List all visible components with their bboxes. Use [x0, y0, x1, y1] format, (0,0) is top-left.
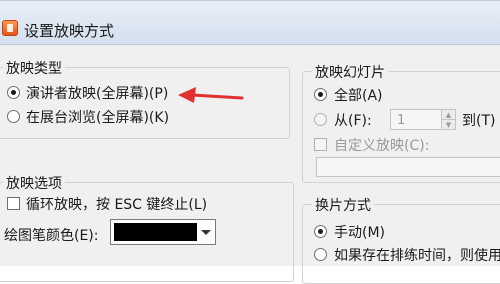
- manual-advance-radio[interactable]: [314, 225, 327, 238]
- show-options-legend: 放映选项: [3, 173, 65, 193]
- pen-color-picker[interactable]: [110, 219, 216, 245]
- custom-show-checkbox[interactable]: [314, 138, 327, 151]
- advance-legend: 换片方式: [312, 195, 374, 215]
- manual-advance-label[interactable]: 手动(M): [334, 222, 385, 242]
- presenter-radio[interactable]: [7, 86, 20, 99]
- all-slides-label[interactable]: 全部(A): [334, 85, 383, 105]
- kiosk-label[interactable]: 在展台浏览(全屏幕)(K): [26, 107, 169, 127]
- show-slides-legend: 放映幻灯片: [312, 62, 388, 82]
- pen-color-swatch: [114, 223, 197, 241]
- kiosk-radio[interactable]: [7, 110, 20, 123]
- pen-color-label: 绘图笔颜色(E):: [4, 228, 99, 244]
- red-arrow-icon: [178, 87, 244, 103]
- loop-label[interactable]: 循环放映，按 ESC 键终止(L): [26, 194, 207, 214]
- from-slide-radio[interactable]: [314, 113, 327, 126]
- dialog-title: 设置放映方式: [24, 22, 115, 40]
- loop-checkbox[interactable]: [7, 197, 20, 210]
- custom-show-label[interactable]: 自定义放映(C):: [334, 135, 429, 155]
- all-slides-radio[interactable]: [314, 88, 327, 101]
- presenter-label[interactable]: 演讲者放映(全屏幕)(P): [26, 83, 168, 103]
- spin-up-icon[interactable]: ▲: [442, 110, 455, 120]
- spinner-buttons: ▲ ▼: [441, 110, 455, 129]
- to-slide-label: 到(T): [462, 113, 496, 129]
- from-slide-label[interactable]: 从(F):: [334, 110, 372, 130]
- spin-down-icon[interactable]: ▼: [442, 120, 455, 130]
- from-slide-spinner[interactable]: 1 ▲ ▼: [390, 109, 456, 130]
- timing-advance-radio[interactable]: [314, 248, 327, 261]
- title-bar[interactable]: 设置放映方式: [0, 1, 500, 45]
- presentation-app-icon: [2, 20, 18, 36]
- timing-advance-label[interactable]: 如果存在排练时间，则使用: [334, 245, 500, 265]
- from-slide-value: 1: [397, 113, 406, 128]
- show-type-legend: 放映类型: [3, 58, 65, 78]
- custom-show-select[interactable]: [316, 157, 500, 177]
- set-show-dialog: 设置放映方式 放映类型 演讲者放映(全屏幕)(P) 在展台浏览(全屏幕)(K) …: [0, 0, 500, 284]
- advance-group: [302, 204, 500, 284]
- chevron-down-icon: [201, 230, 211, 235]
